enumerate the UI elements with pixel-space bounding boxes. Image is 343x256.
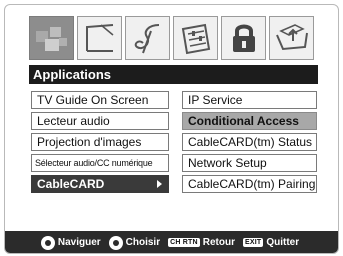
menu-title: Applications xyxy=(29,65,318,84)
menu-window: Applications TV Guide On Screen Lecteur … xyxy=(4,4,339,254)
submenu-arrow-icon xyxy=(157,180,162,188)
navigate-label: Naviguer xyxy=(57,237,101,248)
tab-screen[interactable] xyxy=(77,16,122,60)
submenu-item-ip-service[interactable]: IP Service xyxy=(182,91,317,109)
tab-lock[interactable] xyxy=(221,16,266,60)
applications-menu: Applications TV Guide On Screen Lecteur … xyxy=(29,65,318,193)
ch-rtn-key-badge: CH RTN xyxy=(168,238,200,247)
submenu-item-conditional-access[interactable]: Conditional Access xyxy=(182,112,317,130)
menu-item-audio-player[interactable]: Lecteur audio xyxy=(31,112,169,130)
input-tray-icon xyxy=(275,24,308,51)
tab-input[interactable] xyxy=(269,16,314,60)
screen-frame-icon xyxy=(85,24,113,52)
lock-icon xyxy=(232,24,255,52)
tab-audio[interactable] xyxy=(125,16,170,60)
choose-label: Choisir xyxy=(125,237,161,248)
submenu-item-network-setup[interactable]: Network Setup xyxy=(182,154,317,172)
menu-item-cablecard[interactable]: CableCARD xyxy=(31,175,169,193)
settings-sliders-icon xyxy=(181,23,210,55)
exit-key-badge: EXIT xyxy=(243,238,264,247)
menu-item-digital-cc-selector[interactable]: Sélecteur audio/CC numérique xyxy=(31,154,169,172)
return-label: Retour xyxy=(202,237,235,248)
submenu-item-cablecard-pairing[interactable]: CableCARD(tm) Pairing xyxy=(182,175,317,193)
quit-label: Quitter xyxy=(266,237,300,248)
menu-item-slideshow[interactable]: Projection d'images xyxy=(31,133,169,151)
menu-tab-bar xyxy=(29,16,314,62)
tab-picture[interactable] xyxy=(29,16,74,60)
enter-button-icon xyxy=(108,235,123,250)
bottom-help-bar: Naviguer Choisir CH RTN Retour EXIT Quit… xyxy=(5,231,338,253)
tab-setup[interactable] xyxy=(173,16,218,60)
cablecard-submenu: IP Service Conditional Access CableCARD(… xyxy=(182,91,317,196)
navigate-dpad-icon xyxy=(40,235,55,250)
music-clef-icon xyxy=(134,24,159,54)
picture-squares-icon xyxy=(35,27,67,51)
applications-list: TV Guide On Screen Lecteur audio Project… xyxy=(31,91,169,196)
menu-item-cablecard-label: CableCARD xyxy=(37,177,105,191)
menu-item-tv-guide[interactable]: TV Guide On Screen xyxy=(31,91,169,109)
submenu-item-cablecard-status[interactable]: CableCARD(tm) Status xyxy=(182,133,317,151)
